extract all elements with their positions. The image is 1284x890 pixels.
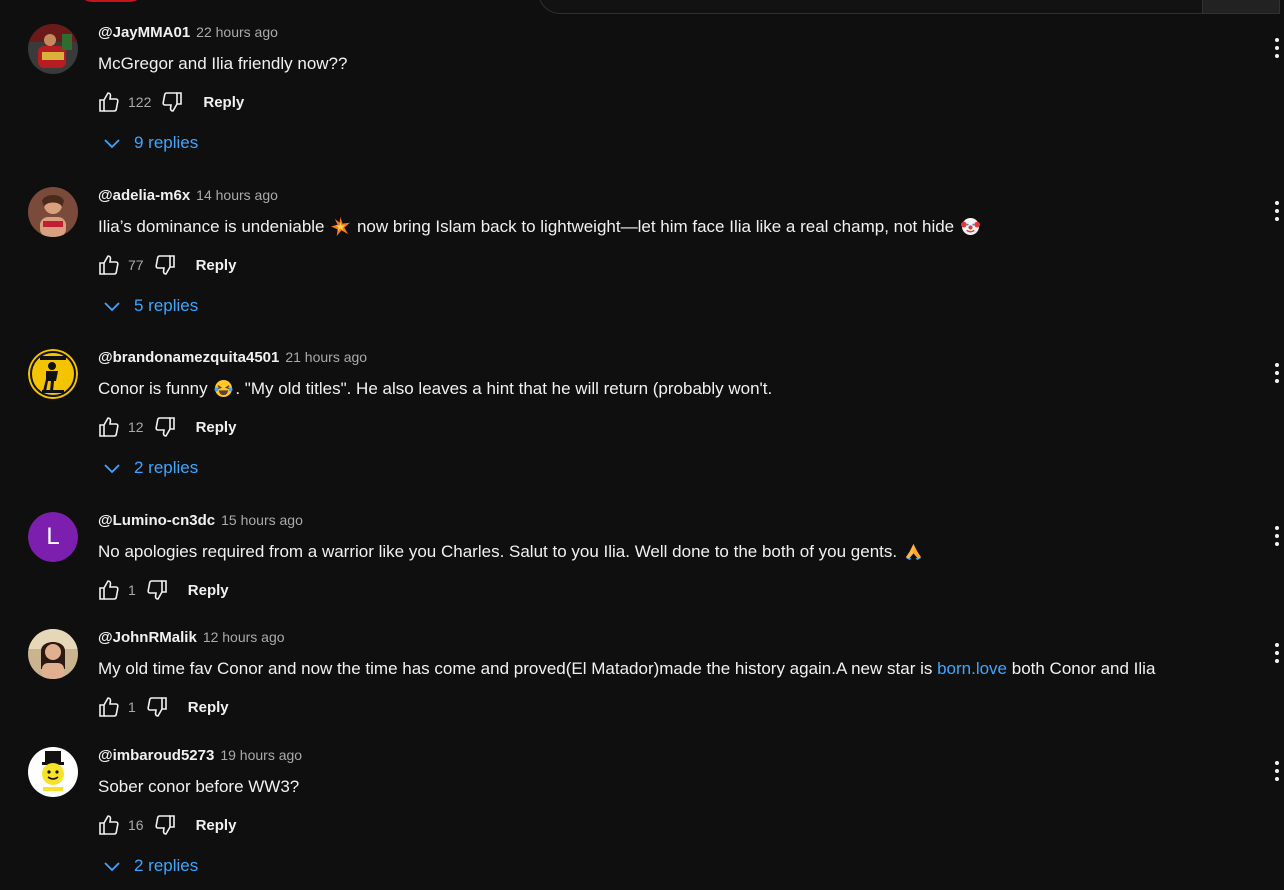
more-options-icon[interactable] [1270, 524, 1284, 548]
dislike-icon[interactable] [152, 253, 178, 277]
smiley-avatar-icon[interactable] [28, 747, 78, 797]
person-avatar-icon[interactable] [28, 629, 78, 679]
comment-actions: 77 Reply [96, 253, 236, 277]
clown-emoji [960, 217, 980, 236]
comment-author[interactable]: @imbaroud5273 [98, 747, 214, 764]
like-count: 12 [128, 419, 144, 435]
avatar-letter: L [28, 512, 78, 562]
reply-button[interactable]: Reply [188, 582, 229, 599]
replies-label: 5 replies [134, 296, 199, 315]
channel-avatar-partial [78, 0, 144, 2]
person-avatar-icon[interactable] [28, 187, 78, 237]
comment-text: My old time fav Conor and now the time h… [98, 659, 1156, 678]
view-replies-button[interactable]: 2 replies [100, 854, 198, 878]
more-options-icon[interactable] [1270, 199, 1284, 223]
chevron-down-icon [104, 464, 120, 474]
comment-timestamp[interactable]: 15 hours ago [221, 512, 303, 528]
comment-actions: 12 Reply [96, 415, 236, 439]
fighter-avatar-icon[interactable] [28, 24, 78, 74]
comment-author[interactable]: @adelia-m6x [98, 187, 190, 204]
submit-button-partial[interactable] [1202, 0, 1279, 13]
comment-input-partial[interactable] [538, 0, 1280, 14]
reply-button[interactable]: Reply [196, 817, 237, 834]
laughing-emoji [214, 379, 233, 398]
reply-button[interactable]: Reply [196, 257, 237, 274]
view-replies-button[interactable]: 2 replies [100, 456, 198, 480]
view-replies-button[interactable]: 9 replies [100, 131, 198, 155]
like-icon[interactable] [96, 253, 122, 277]
comment-timestamp[interactable]: 19 hours ago [220, 747, 302, 763]
like-count: 16 [128, 817, 144, 833]
collision-emoji [331, 217, 351, 236]
chevron-down-icon [104, 862, 120, 872]
comment-author[interactable]: @JohnRMalik [98, 629, 197, 646]
reply-button[interactable]: Reply [203, 94, 244, 111]
like-count: 77 [128, 257, 144, 273]
comment-actions: 1 Reply [96, 695, 229, 719]
dislike-icon[interactable] [152, 415, 178, 439]
replies-label: 2 replies [134, 458, 199, 477]
view-replies-button[interactable]: 5 replies [100, 294, 198, 318]
like-icon[interactable] [96, 90, 122, 114]
like-icon[interactable] [96, 813, 122, 837]
bigfoot-sign-avatar-icon[interactable] [28, 349, 78, 399]
more-options-icon[interactable] [1270, 36, 1284, 60]
more-options-icon[interactable] [1270, 759, 1284, 783]
more-options-icon[interactable] [1270, 361, 1284, 385]
letter-avatar[interactable]: L [28, 512, 78, 562]
comment-timestamp[interactable]: 22 hours ago [196, 24, 278, 40]
dislike-icon[interactable] [152, 813, 178, 837]
comment-author[interactable]: @Lumino-cn3dc [98, 512, 215, 529]
reply-button[interactable]: Reply [188, 699, 229, 716]
reply-button[interactable]: Reply [196, 419, 237, 436]
replies-label: 9 replies [134, 133, 199, 152]
like-icon[interactable] [96, 578, 122, 602]
dislike-icon[interactable] [144, 578, 170, 602]
comment-actions: 122 Reply [96, 90, 244, 114]
comment-text: Sober conor before WW3? [98, 777, 300, 796]
chevron-down-icon [104, 302, 120, 312]
like-count: 1 [128, 582, 136, 598]
more-options-icon[interactable] [1270, 641, 1284, 665]
like-icon[interactable] [96, 415, 122, 439]
comment-text: Ilia’s dominance is undeniable now bring… [98, 216, 982, 238]
dislike-icon[interactable] [159, 90, 185, 114]
like-icon[interactable] [96, 695, 122, 719]
comment-text: Conor is funny . "My old titles". He als… [98, 379, 773, 398]
folded-hands-emoji [905, 543, 921, 561]
replies-label: 2 replies [134, 856, 199, 875]
comments-page: @JayMMA01 22 hours ago McGregor and Ilia… [0, 0, 1284, 890]
like-count: 122 [128, 94, 152, 110]
dislike-icon[interactable] [144, 695, 170, 719]
comment-timestamp[interactable]: 14 hours ago [196, 187, 278, 203]
comment-author[interactable]: @JayMMA01 [98, 24, 190, 41]
comment-actions: 16 Reply [96, 813, 236, 837]
comment-text: No apologies required from a warrior lik… [98, 541, 925, 563]
comment-actions: 1 Reply [96, 578, 229, 602]
comment-timestamp[interactable]: 12 hours ago [203, 629, 285, 645]
comment-link[interactable]: born.love [937, 659, 1007, 678]
comment-timestamp[interactable]: 21 hours ago [285, 349, 367, 365]
chevron-down-icon [104, 139, 120, 149]
comment-text: McGregor and Ilia friendly now?? [98, 54, 348, 73]
comment-author[interactable]: @brandonamezquita4501 [98, 349, 279, 366]
like-count: 1 [128, 699, 136, 715]
